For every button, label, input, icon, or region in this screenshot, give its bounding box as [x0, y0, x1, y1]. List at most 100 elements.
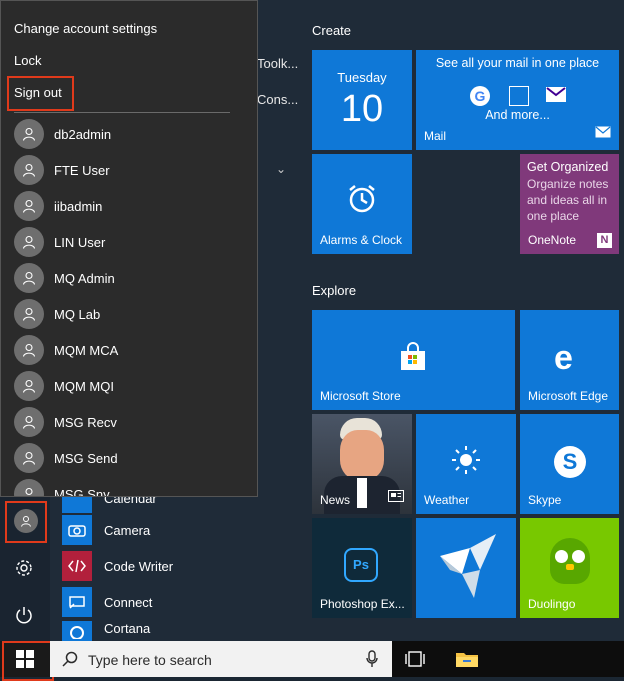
section-title-explore: Explore: [312, 283, 357, 298]
user-name: LIN User: [54, 234, 106, 250]
app-list-item[interactable]: Camera: [62, 513, 302, 547]
mail-tile[interactable]: See all your mail in one place G And mor…: [416, 50, 619, 150]
app-label: Camera: [104, 522, 151, 538]
sun-icon: [450, 444, 482, 481]
taskbar-search-box[interactable]: Type here to search: [50, 641, 392, 677]
lock-item[interactable]: Lock: [14, 53, 41, 68]
app-list-item[interactable]: Code Writer: [62, 549, 302, 583]
user-icon: [14, 263, 44, 293]
user-name: MQM MQI: [54, 378, 114, 394]
account-flyout: Change account settings Lock Sign out db…: [0, 0, 258, 497]
user-icon: [14, 155, 44, 185]
outlook-icon: [509, 86, 529, 106]
user-icon: [14, 227, 44, 257]
newspaper-icon: [388, 489, 404, 507]
user-switch-item[interactable]: MQ Admin: [14, 261, 115, 295]
user-switch-item[interactable]: MQ Lab: [14, 297, 100, 331]
section-title-create: Create: [312, 23, 352, 38]
change-account-settings-item[interactable]: Change account settings: [14, 21, 157, 36]
user-name: MSG Send: [54, 450, 118, 466]
tile-label: Skype: [528, 493, 562, 507]
onenote-body: Organize notes and ideas all in one plac…: [527, 177, 609, 223]
origami-bird-tile[interactable]: [416, 518, 516, 618]
store-bag-icon: [398, 342, 428, 377]
app-label: Code Writer: [104, 558, 174, 574]
app-list-item[interactable]: Connect: [62, 585, 302, 619]
user-name: db2admin: [54, 126, 112, 142]
user-switch-item[interactable]: FTE User: [14, 153, 110, 187]
search-icon: [62, 651, 78, 667]
user-name: MQ Admin: [54, 270, 115, 286]
app-list-item-peek[interactable]: Cons...: [257, 92, 298, 107]
yahoo-mail-icon: [546, 87, 566, 102]
search-placeholder: Type here to search: [88, 652, 212, 668]
highlight-sign-out: [7, 76, 74, 111]
tile-label: Microsoft Store: [320, 389, 401, 403]
user-name: MSG Sny: [54, 486, 110, 497]
user-switch-item[interactable]: MQM MCA: [14, 333, 118, 367]
connect-icon: [62, 587, 92, 617]
user-switch-item[interactable]: iibadmin: [14, 189, 102, 223]
user-icon: [14, 407, 44, 437]
user-icon: [14, 119, 44, 149]
power-icon[interactable]: [14, 605, 34, 625]
user-name: MQM MCA: [54, 342, 119, 358]
chevron-down-icon[interactable]: ⌄: [276, 162, 286, 176]
user-icon: [14, 191, 44, 221]
tile-label: Microsoft Edge: [528, 389, 609, 403]
news-tile[interactable]: News: [312, 414, 412, 514]
highlight-user-button: [5, 501, 47, 543]
highlight-start-button: [2, 641, 54, 681]
tile-label: Duolingo: [528, 597, 576, 611]
alarms-clock-tile[interactable]: Alarms & Clock: [312, 154, 412, 254]
calendar-tile[interactable]: Tuesday 10: [312, 50, 412, 150]
user-name: MSG Recv: [54, 414, 117, 430]
onenote-icon: N: [597, 233, 612, 248]
duolingo-tile[interactable]: Duolingo: [520, 518, 619, 618]
onenote-heading: Get Organized: [527, 160, 609, 174]
news-photo-face: [340, 430, 384, 480]
app-list-item[interactable]: Cortana: [62, 621, 302, 641]
microphone-icon[interactable]: [366, 650, 378, 668]
origami-bird-icon: [436, 530, 500, 607]
photoshop-icon: Ps: [344, 548, 378, 582]
user-switch-item[interactable]: MSG Recv: [14, 405, 117, 439]
user-icon: [14, 299, 44, 329]
tile-label: Alarms & Clock: [320, 233, 403, 247]
code-writer-icon: [62, 551, 92, 581]
microsoft-edge-tile[interactable]: e Microsoft Edge: [520, 310, 619, 410]
skype-icon: S: [554, 446, 586, 478]
calendar-date: 10: [340, 88, 384, 130]
user-switch-item[interactable]: MSG Send: [14, 441, 118, 475]
microsoft-store-tile[interactable]: Microsoft Store: [312, 310, 515, 410]
app-list-item-peek[interactable]: Toolk...: [257, 56, 298, 71]
cortana-icon: [62, 621, 92, 641]
mail-more: And more...: [485, 108, 550, 122]
edge-icon: e: [554, 339, 573, 377]
news-photo-shirt: [357, 478, 367, 508]
camera-icon: [62, 515, 92, 545]
skype-tile[interactable]: S Skype: [520, 414, 619, 514]
google-icon: G: [470, 86, 490, 106]
user-switch-item[interactable]: MQM MQI: [14, 369, 114, 403]
photoshop-express-tile[interactable]: Ps Photoshop Ex...: [312, 518, 412, 618]
settings-gear-icon[interactable]: [14, 558, 34, 578]
tile-label: Weather: [424, 493, 470, 507]
app-label: Connect: [104, 594, 153, 610]
weather-tile[interactable]: Weather: [416, 414, 516, 514]
divider: [14, 112, 230, 113]
file-explorer-icon[interactable]: [455, 650, 479, 673]
user-name: FTE User: [54, 162, 110, 178]
user-switch-item[interactable]: LIN User: [14, 225, 105, 259]
duolingo-owl-icon: [550, 538, 590, 584]
user-icon: [14, 371, 44, 401]
user-switch-item[interactable]: MSG Sny: [14, 477, 110, 497]
user-icon: [14, 479, 44, 496]
task-view-icon[interactable]: [404, 650, 426, 673]
user-switch-item[interactable]: db2admin: [14, 117, 111, 151]
tile-label: Mail: [424, 129, 447, 143]
envelope-icon: [595, 125, 611, 143]
onenote-tile[interactable]: Get Organized Organize notes and ideas a…: [520, 154, 619, 254]
user-name: MQ Lab: [54, 306, 101, 322]
alarm-clock-icon: [346, 182, 378, 219]
